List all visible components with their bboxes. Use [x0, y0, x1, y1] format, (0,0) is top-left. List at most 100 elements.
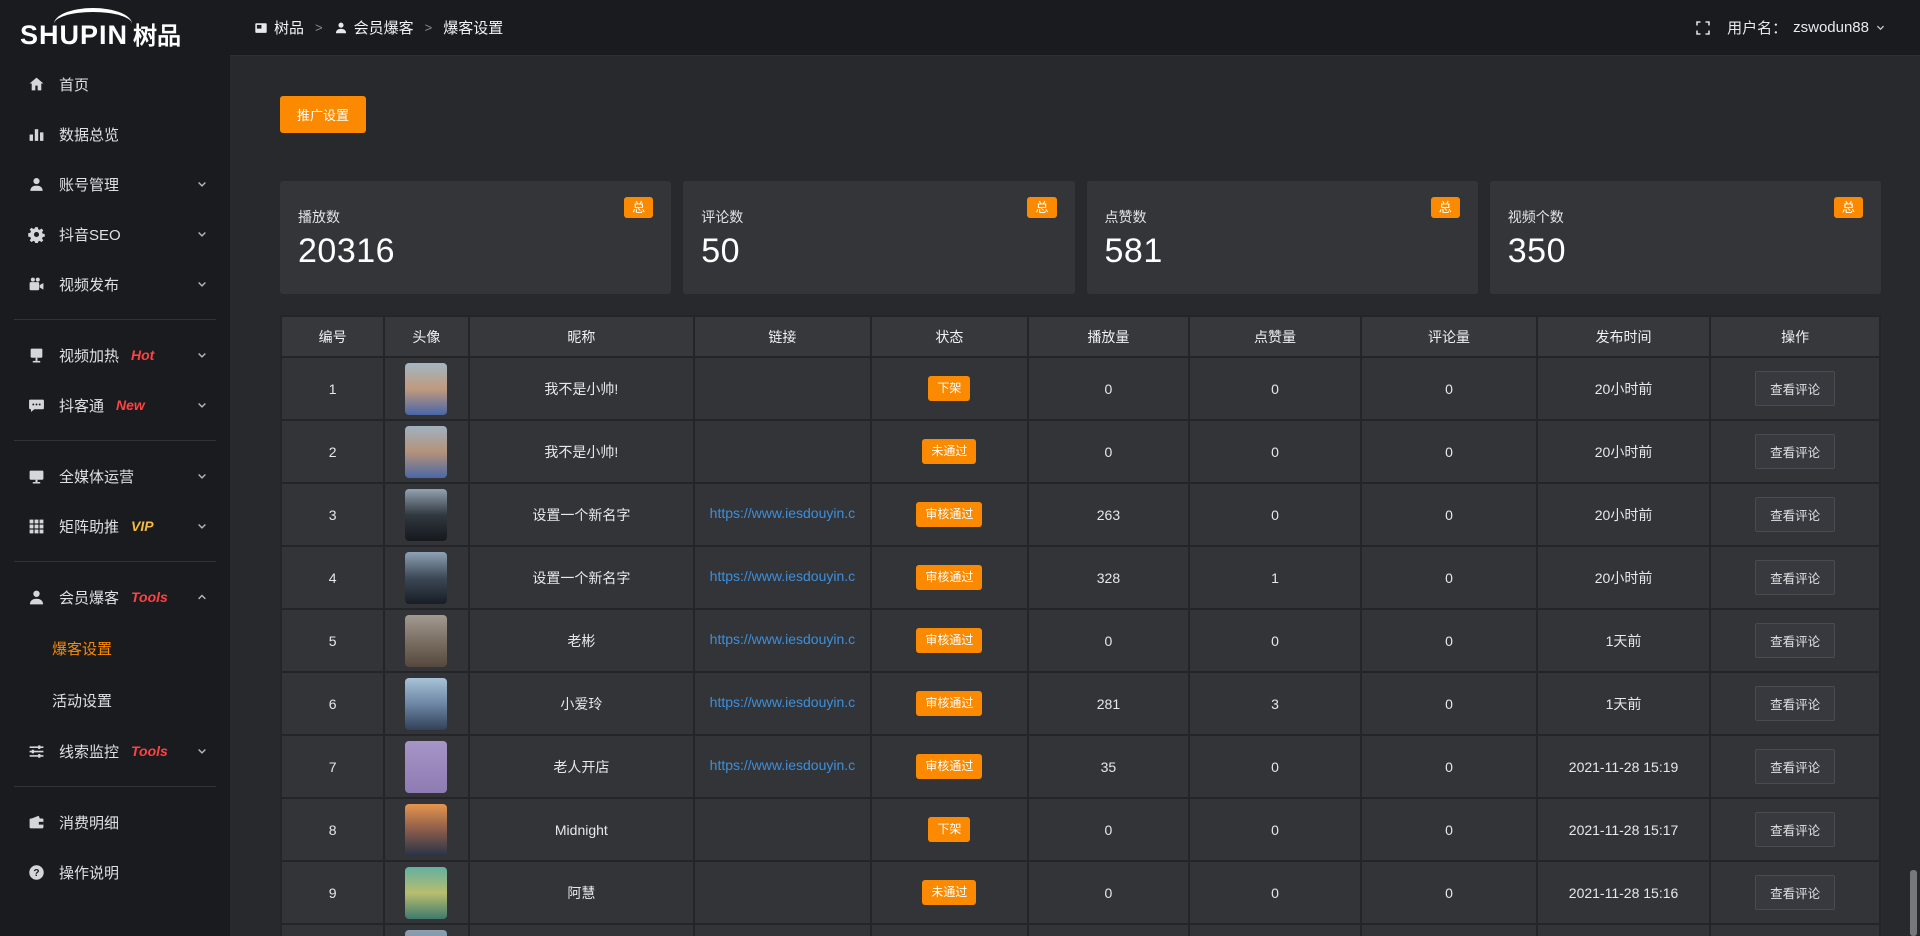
publish-time: 2021-11-28 15:19: [1569, 759, 1679, 775]
breadcrumb-separator: >: [425, 20, 433, 35]
comments-count: 0: [1445, 381, 1453, 397]
sidebar-item-video-publish[interactable]: 视频发布: [0, 259, 230, 309]
cell-action: 查看评论: [1710, 546, 1880, 609]
username-label: 用户名：: [1727, 17, 1787, 38]
likes-count: 3: [1271, 696, 1279, 712]
username-value: zswodun88: [1793, 19, 1869, 36]
breadcrumb-item-1[interactable]: 会员爆客: [334, 17, 414, 38]
video-link[interactable]: https://www.iesdouyin.c: [710, 757, 856, 773]
cell-likes: 0: [1189, 420, 1362, 483]
cell-likes: [1189, 924, 1362, 936]
row-number: 2: [329, 444, 337, 460]
sidebar: SHUPIN树品 首页数据总览账号管理抖音SEO视频发布视频加热Hot抖客通Ne…: [0, 0, 230, 936]
status-badge[interactable]: 下架: [928, 817, 970, 841]
video-link[interactable]: https://www.iesdouyin.c: [710, 568, 856, 584]
sidebar-item-data-overview[interactable]: 数据总览: [0, 109, 230, 159]
sidebar-item-member-baoke[interactable]: 会员爆客Tools: [0, 572, 230, 622]
vertical-scrollbar-thumb[interactable]: [1910, 870, 1917, 936]
view-comments-button[interactable]: 查看评论: [1755, 434, 1835, 469]
comments-count: 0: [1445, 822, 1453, 838]
likes-count: 0: [1271, 507, 1279, 523]
cell-number: 9: [281, 861, 384, 924]
sidebar-item-video-heat[interactable]: 视频加热Hot: [0, 330, 230, 380]
status-badge[interactable]: 未通过: [922, 439, 976, 463]
sidebar-item-home[interactable]: 首页: [0, 59, 230, 109]
plays-count: 35: [1101, 759, 1117, 775]
cell-nickname: 设置一个新名字: [469, 483, 695, 546]
stat-card-label: 播放数: [298, 207, 671, 227]
cell-avatar: [384, 609, 468, 672]
sidebar-item-douyin-seo[interactable]: 抖音SEO: [0, 209, 230, 259]
brand-logo[interactable]: SHUPIN树品: [0, 0, 230, 55]
stat-card-2: 点赞数581总: [1087, 181, 1478, 294]
plays-count: 281: [1097, 696, 1120, 712]
gear-icon: [28, 226, 45, 243]
cell-time: 20小时前: [1537, 483, 1710, 546]
status-badge[interactable]: 审核通过: [916, 565, 982, 589]
publish-time: 1天前: [1606, 696, 1642, 712]
cell-likes: 0: [1189, 798, 1362, 861]
cell-likes: 0: [1189, 609, 1362, 672]
status-badge[interactable]: 审核通过: [916, 754, 982, 778]
view-comments-button[interactable]: 查看评论: [1755, 623, 1835, 658]
video-link[interactable]: https://www.iesdouyin.c: [710, 694, 856, 710]
content-area: 推广设置 播放数20316总评论数50总点赞数581总视频个数350总 编号头像…: [230, 56, 1920, 936]
view-comments-button[interactable]: 查看评论: [1755, 875, 1835, 910]
stat-card-0: 播放数20316总: [280, 181, 671, 294]
view-comments-button[interactable]: 查看评论: [1755, 749, 1835, 784]
sidebar-subitem-0[interactable]: 爆客设置: [0, 622, 230, 674]
publish-time: 1天前: [1606, 633, 1642, 649]
cell-time: 1天前: [1537, 609, 1710, 672]
cell-likes: 0: [1189, 483, 1362, 546]
cell-likes: 0: [1189, 357, 1362, 420]
cell-number: 1: [281, 357, 384, 420]
view-comments-button[interactable]: 查看评论: [1755, 497, 1835, 532]
sidebar-item-douketong[interactable]: 抖客通New: [0, 380, 230, 430]
cell-nickname: 我不是小帅!: [469, 357, 695, 420]
sidebar-subitem-1[interactable]: 活动设置: [0, 674, 230, 726]
status-badge[interactable]: 审核通过: [916, 628, 982, 652]
promo-settings-button[interactable]: 推广设置: [280, 96, 366, 133]
user-menu[interactable]: 用户名： zswodun88: [1727, 17, 1886, 38]
status-badge[interactable]: 未通过: [922, 880, 976, 904]
sidebar-divider: [14, 786, 216, 787]
cell-time: [1537, 924, 1710, 936]
sidebar-item-account-manage[interactable]: 账号管理: [0, 159, 230, 209]
sidebar-item-operation-help[interactable]: ?操作说明: [0, 847, 230, 897]
sidebar-item-matrix-boost[interactable]: 矩阵助推VIP: [0, 501, 230, 551]
video-link[interactable]: https://www.iesdouyin.c: [710, 631, 856, 647]
status-badge[interactable]: 下架: [928, 376, 970, 400]
nickname: 我不是小帅!: [544, 444, 618, 460]
view-comments-button[interactable]: 查看评论: [1755, 560, 1835, 595]
status-badge[interactable]: 审核通过: [916, 691, 982, 715]
nickname: 小爱玲: [560, 696, 602, 712]
table-row: [281, 924, 1880, 936]
view-comments-button[interactable]: 查看评论: [1755, 812, 1835, 847]
breadcrumb-item-0[interactable]: 树品: [254, 17, 304, 38]
svg-text:?: ?: [33, 868, 39, 879]
breadcrumb-item-2[interactable]: 爆客设置: [443, 17, 503, 38]
sidebar-item-consume-detail[interactable]: 消费明细: [0, 797, 230, 847]
view-comments-button[interactable]: 查看评论: [1755, 371, 1835, 406]
video-link[interactable]: https://www.iesdouyin.c: [710, 505, 856, 521]
status-badge[interactable]: 审核通过: [916, 502, 982, 526]
sidebar-item-media-operation[interactable]: 全媒体运营: [0, 451, 230, 501]
cell-link: [694, 357, 871, 420]
sidebar-item-clue-monitor[interactable]: 线索监控Tools: [0, 726, 230, 776]
avatar: [405, 678, 447, 730]
cell-link: https://www.iesdouyin.c: [694, 672, 871, 735]
cell-link: https://www.iesdouyin.c: [694, 546, 871, 609]
fullscreen-icon[interactable]: [1695, 20, 1711, 36]
comments-count: 0: [1445, 696, 1453, 712]
publish-time: 2021-11-28 15:17: [1569, 822, 1679, 838]
cell-nickname: 小爱玲: [469, 672, 695, 735]
chevron-up-icon: [196, 591, 208, 603]
monitor-icon: [28, 468, 45, 485]
sidebar-item-label: 消费明细: [59, 812, 119, 833]
cell-number: [281, 924, 384, 936]
stat-card-3: 视频个数350总: [1490, 181, 1881, 294]
cell-avatar: [384, 798, 468, 861]
comments-count: 0: [1445, 570, 1453, 586]
view-comments-button[interactable]: 查看评论: [1755, 686, 1835, 721]
cell-nickname: 设置一个新名字: [469, 546, 695, 609]
